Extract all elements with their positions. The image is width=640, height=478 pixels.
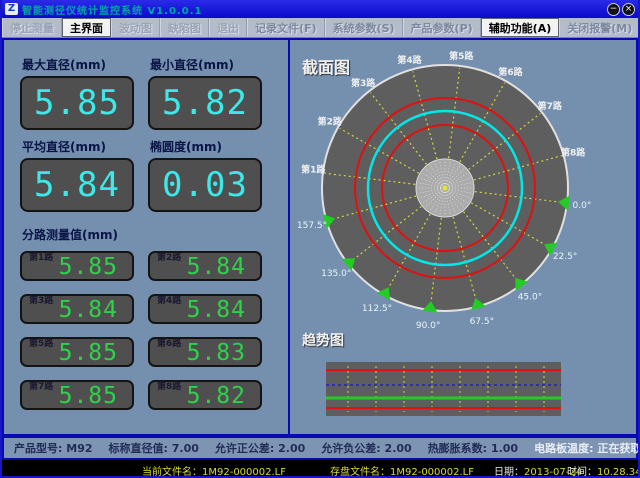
menu-item-stop-measure[interactable]: 停止测量 — [2, 18, 62, 37]
thermal-expansion: 热膨胀系数: 1.00 — [428, 440, 518, 456]
channel-display-6: 第6路 5.83 — [148, 337, 262, 367]
channel-marker-label: 第5路 — [449, 50, 474, 62]
trend-chart — [326, 362, 561, 416]
menu-item-close-alarm[interactable]: 关闭报警(M) — [559, 18, 640, 37]
channel-display-5: 第5路 5.85 — [20, 337, 134, 367]
channel-display-4: 第4路 5.84 — [148, 294, 262, 324]
measurement-panel: 最大直径(mm) 5.85 最小直径(mm) 5.82 平均直径(mm) 5.8… — [4, 40, 290, 434]
channel-marker-label: 第6路 — [498, 66, 523, 78]
channel-label: 第7路 — [29, 379, 53, 392]
channel-section-label: 分路测量值(mm) — [22, 226, 288, 243]
channel-marker-label: 第7路 — [538, 100, 563, 112]
gauge-display: 0.03 — [148, 158, 262, 212]
angle-marker-label: 112.5° — [362, 304, 392, 314]
minimize-button[interactable]: − — [607, 3, 620, 16]
channel-value: 5.84 — [187, 254, 246, 280]
positive-tolerance: 允许正公差: 2.00 — [215, 440, 305, 456]
angle-marker-label: 45.0° — [518, 293, 543, 303]
gauge-value: 0.03 — [162, 165, 248, 205]
menu-item-wave-chart[interactable]: 波动图 — [111, 18, 160, 37]
gauge-max-diameter: 最大直径(mm) 5.85 — [20, 56, 148, 130]
angle-marker-label: 0.0° — [573, 201, 592, 211]
gauge-display: 5.85 — [20, 76, 134, 130]
close-button[interactable]: × — [622, 3, 635, 16]
channel-label: 第1路 — [29, 250, 53, 263]
file-status-bar: 当前文件名：1M92-000002.LF 存盘文件名：1M92-000002.L… — [2, 460, 638, 478]
menu-item-main-screen[interactable]: 主界面 — [62, 18, 111, 37]
channel-label: 第6路 — [157, 336, 181, 349]
board-temperature: 电路板温度: 正在获取，稍等片刻... — [534, 440, 640, 456]
channel-display-3: 第3路 5.84 — [20, 294, 134, 324]
gauge-label: 椭圆度(mm) — [150, 138, 276, 155]
channel-display-1: 第1路 5.85 — [20, 251, 134, 281]
channel-label: 第3路 — [29, 293, 53, 306]
angle-marker-label: 67.5° — [470, 317, 495, 327]
menu-bar: 停止测量 主界面 波动图 缺陷图 退出 记录文件(F) 系统参数(S) 产品参数… — [2, 18, 638, 38]
window-title: 智能测径仪统计监控系统 V1.0.0.1 — [22, 2, 607, 17]
channel-value: 5.85 — [59, 383, 118, 409]
channel-label: 第2路 — [157, 250, 181, 263]
channel-value: 5.85 — [59, 340, 118, 366]
channel-display-8: 第8路 5.82 — [148, 380, 262, 410]
gauge-value: 5.85 — [34, 83, 120, 123]
nominal-diameter: 标称直径值: 7.00 — [109, 440, 199, 456]
channel-value: 5.85 — [59, 254, 118, 280]
channel-value: 5.83 — [187, 340, 246, 366]
channel-label: 第4路 — [157, 293, 181, 306]
saved-filename: 存盘文件名：1M92-000002.LF — [330, 463, 474, 478]
gauge-value: 5.82 — [162, 83, 248, 123]
channel-marker-label: 第3路 — [351, 77, 376, 89]
menu-item-defect-chart[interactable]: 缺陷图 — [160, 18, 209, 37]
gauge-min-diameter: 最小直径(mm) 5.82 — [148, 56, 276, 130]
gauge-display: 5.84 — [20, 158, 134, 212]
time-display: 时间：10.28.34 — [567, 463, 640, 478]
product-model: 产品型号: M92 — [14, 440, 93, 456]
gauge-label: 平均直径(mm) — [22, 138, 148, 155]
gauge-label: 最小直径(mm) — [150, 56, 276, 73]
angle-marker-label: 135.0° — [321, 269, 351, 279]
trend-chart-title: 趋势图 — [302, 330, 344, 350]
menu-item-product-params[interactable]: 产品参数(P) — [403, 18, 481, 37]
center-dot — [443, 186, 448, 191]
menu-item-exit[interactable]: 退出 — [209, 18, 247, 37]
title-bar: Z 智能测径仪统计监控系统 V1.0.0.1 − × — [2, 0, 638, 18]
app-icon: Z — [5, 3, 18, 15]
angle-marker-label: 22.5° — [553, 252, 578, 262]
channel-display-2: 第2路 5.84 — [148, 251, 262, 281]
channel-value: 5.84 — [187, 297, 246, 323]
menu-item-aux-functions[interactable]: 辅助功能(A) — [481, 18, 560, 37]
channel-value: 5.84 — [59, 297, 118, 323]
main-content: 最大直径(mm) 5.85 最小直径(mm) 5.82 平均直径(mm) 5.8… — [2, 38, 638, 436]
chart-panel: 第1路 第2路 第3路 第4路 第5路第6路第7路第8路 0.0° 22.5° 45.0° 67… — [290, 40, 636, 434]
menu-item-record-files[interactable]: 记录文件(F) — [247, 18, 325, 37]
channel-value: 5.82 — [187, 383, 246, 409]
channel-display-7: 第7路 5.85 — [20, 380, 134, 410]
channel-marker-label: 第8路 — [561, 146, 586, 158]
gauge-ovality: 椭圆度(mm) 0.03 — [148, 138, 276, 212]
gauge-value: 5.84 — [34, 165, 120, 205]
section-view-chart: 第1路 第2路 第3路 第4路 第5路第6路第7路第8路 0.0° 22.5° 45.0° 67… — [290, 40, 634, 340]
menu-item-system-params[interactable]: 系统参数(S) — [325, 18, 403, 37]
current-filename: 当前文件名：1M92-000002.LF — [142, 463, 286, 478]
parameter-status-bar: 产品型号: M92 标称直径值: 7.00 允许正公差: 2.00 允许负公差:… — [2, 436, 638, 460]
channel-marker-label: 第4路 — [397, 54, 422, 66]
angle-marker-label: 157.5° — [297, 221, 327, 231]
negative-tolerance: 允许负公差: 2.00 — [321, 440, 411, 456]
gauge-avg-diameter: 平均直径(mm) 5.84 — [20, 138, 148, 212]
gauge-display: 5.82 — [148, 76, 262, 130]
gauge-label: 最大直径(mm) — [22, 56, 148, 73]
app-window: Z 智能测径仪统计监控系统 V1.0.0.1 − × 停止测量 主界面 波动图 … — [0, 0, 640, 478]
channel-marker-label: 第2路 — [318, 116, 343, 128]
angle-marker-label: 90.0° — [416, 321, 441, 331]
channel-label: 第5路 — [29, 336, 53, 349]
channel-label: 第8路 — [157, 379, 181, 392]
channel-marker-label: 第1路 — [301, 163, 326, 175]
section-chart-title: 截面图 — [302, 54, 350, 78]
